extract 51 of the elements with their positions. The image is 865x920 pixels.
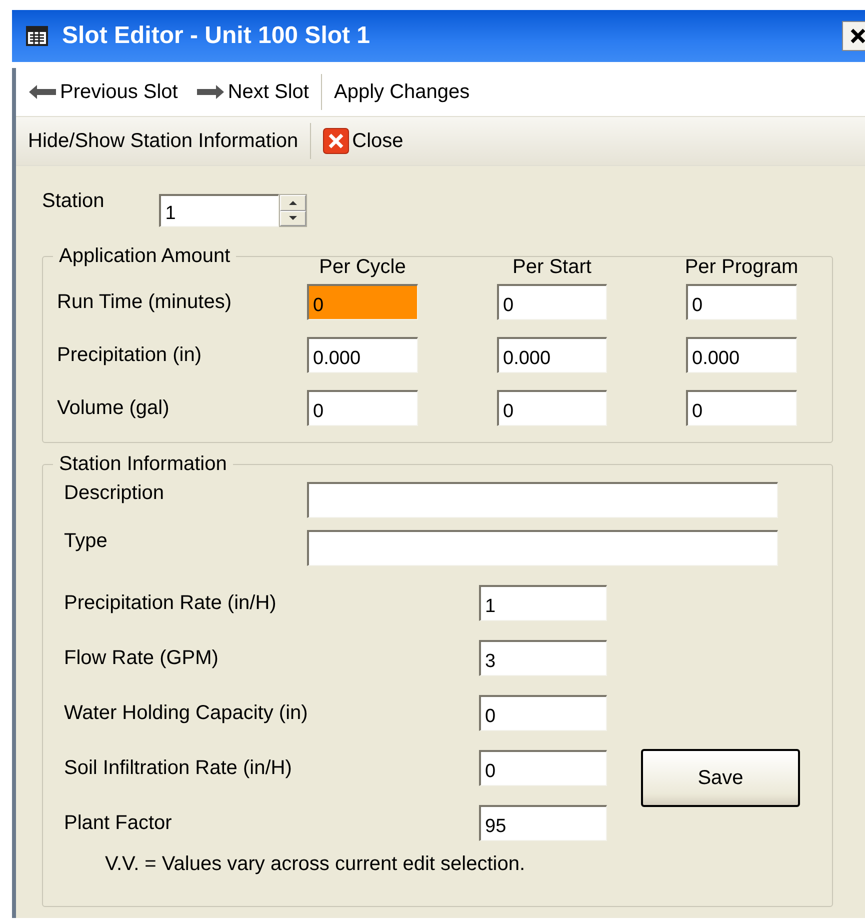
input-field[interactable]: 0 — [479, 695, 607, 731]
field-label: Type — [64, 530, 108, 553]
row-label: Precipitation (in) — [57, 344, 203, 366]
window-title: Slot Editor - Unit 100 Slot 1 — [62, 22, 372, 50]
input-field[interactable]: 0 — [497, 390, 607, 426]
input-field[interactable]: 0 — [479, 750, 607, 786]
toolbar-button[interactable]: Next Slot — [196, 80, 309, 104]
input-field[interactable]: 0.000 — [307, 337, 418, 373]
input-field[interactable]: 0 — [686, 390, 797, 426]
spin-up-button[interactable] — [280, 195, 306, 210]
column-header: Per Cycle — [319, 256, 406, 279]
input-field[interactable]: 0.000 — [686, 337, 797, 373]
field-label: Station — [42, 190, 104, 213]
left-arrow-icon — [28, 84, 57, 100]
field-label: Precipitation Rate (in/H) — [64, 592, 278, 614]
row-label: Volume (gal) — [57, 396, 170, 420]
input-field[interactable] — [307, 482, 778, 518]
input-field[interactable]: 3 — [479, 640, 607, 676]
column-header: Per Program — [684, 256, 798, 279]
field-label: Plant Factor — [64, 812, 173, 834]
spin-down-button[interactable] — [280, 210, 306, 226]
close-button[interactable] — [842, 21, 865, 51]
row-label: Run Time (minutes) — [57, 290, 232, 314]
input-field[interactable]: 95 — [479, 805, 607, 841]
toolbar-button[interactable]: Hide/Show Station Information — [28, 130, 298, 152]
toolbar-button[interactable]: Previous Slot — [28, 80, 178, 104]
up-arrow-icon — [289, 200, 298, 205]
toolbar-button[interactable]: Close — [323, 128, 404, 154]
group-title: Application Amount — [59, 245, 230, 267]
save-button[interactable]: Save — [641, 749, 800, 807]
input-field[interactable] — [307, 530, 778, 566]
input-field[interactable]: 0 — [497, 284, 607, 320]
column-header: Per Start — [512, 256, 592, 279]
input-field[interactable]: 0 — [307, 390, 418, 426]
down-arrow-icon — [289, 216, 298, 220]
field-label: Water Holding Capacity (in) — [64, 702, 309, 724]
station-input[interactable]: 1 — [159, 194, 280, 227]
close-icon — [323, 128, 350, 154]
field-label: Flow Rate (GPM) — [64, 646, 220, 670]
input-field[interactable]: 0.000 — [497, 337, 607, 373]
group-title: Station Information — [59, 453, 227, 475]
input-field[interactable]: 0 — [686, 284, 797, 320]
app-icon — [26, 26, 48, 46]
input-field[interactable]: 1 — [479, 585, 607, 621]
toolbar-button[interactable]: Apply Changes — [334, 80, 470, 104]
input-field[interactable]: 0 — [307, 284, 418, 320]
note-text: V.V. = Values vary across current edit selection. — [105, 853, 526, 876]
field-label: Description — [64, 482, 166, 505]
close-icon — [848, 27, 865, 45]
right-arrow-icon — [196, 84, 225, 100]
field-label: Soil Infiltration Rate (in/H) — [64, 756, 293, 780]
